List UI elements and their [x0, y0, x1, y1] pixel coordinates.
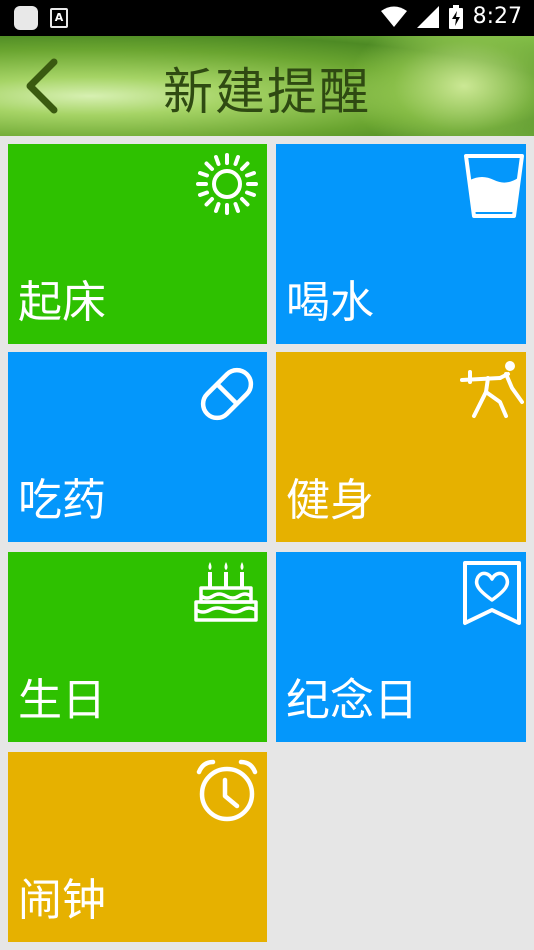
pill-icon — [200, 367, 254, 421]
status-time: 8:27 — [472, 4, 522, 29]
tile-anniversary[interactable]: 纪念日 — [276, 552, 526, 742]
status-bar: A 8:27 — [0, 0, 534, 36]
tile-take-medicine[interactable]: 吃药 — [8, 352, 267, 542]
font-icon: A — [50, 8, 68, 28]
tile-label: 起床 — [18, 277, 106, 328]
app-icon — [14, 6, 38, 30]
fitness-icon — [460, 361, 524, 418]
birthday-cake-icon — [194, 562, 258, 622]
battery-charging-icon — [448, 4, 463, 29]
tile-alarm-clock[interactable]: 闹钟 — [8, 752, 267, 942]
page-title: 新建提醒 — [163, 63, 371, 121]
tile-label: 健身 — [286, 475, 374, 526]
tile-wake-up[interactable]: 起床 — [8, 144, 267, 344]
tile-label: 纪念日 — [286, 675, 418, 726]
wifi-icon — [380, 6, 407, 27]
tile-label: 生日 — [18, 675, 106, 726]
tile-label: 闹钟 — [18, 875, 106, 926]
alarm-clock-icon — [196, 759, 258, 822]
tile-label: 喝水 — [286, 277, 374, 328]
tile-drink-water[interactable]: 喝水 — [276, 144, 526, 344]
heart-bookmark-icon — [463, 561, 521, 625]
water-glass-icon — [464, 154, 524, 218]
tile-birthday[interactable]: 生日 — [8, 552, 267, 742]
tile-fitness[interactable]: 健身 — [276, 352, 526, 542]
tile-label: 吃药 — [18, 475, 106, 526]
signal-icon — [416, 5, 439, 28]
sun-icon — [196, 153, 258, 215]
header-bar: 新建提醒 — [0, 36, 534, 136]
